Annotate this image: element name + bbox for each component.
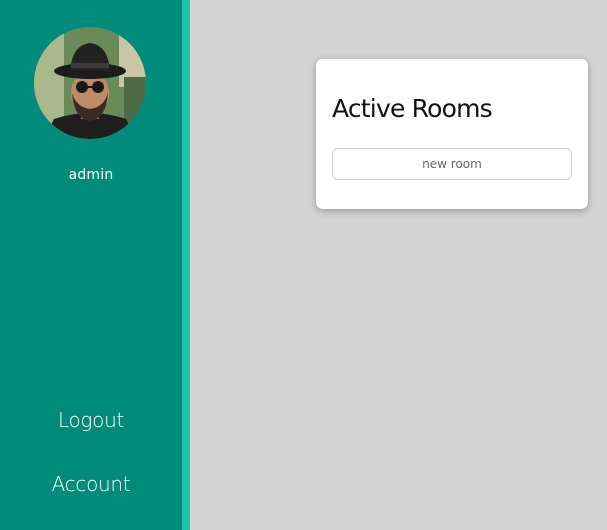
username-label: admin bbox=[68, 167, 114, 183]
logout-link[interactable]: Logout bbox=[0, 408, 182, 432]
active-rooms-card: Active Rooms new room bbox=[316, 59, 588, 209]
new-room-button[interactable]: new room bbox=[332, 148, 572, 180]
sidebar: admin Logout Account bbox=[0, 0, 182, 530]
card-title: Active Rooms bbox=[332, 94, 493, 123]
avatar bbox=[34, 27, 146, 139]
account-link[interactable]: Account bbox=[0, 472, 182, 496]
sidebar-edge bbox=[182, 0, 190, 530]
avatar-photo bbox=[34, 27, 146, 139]
